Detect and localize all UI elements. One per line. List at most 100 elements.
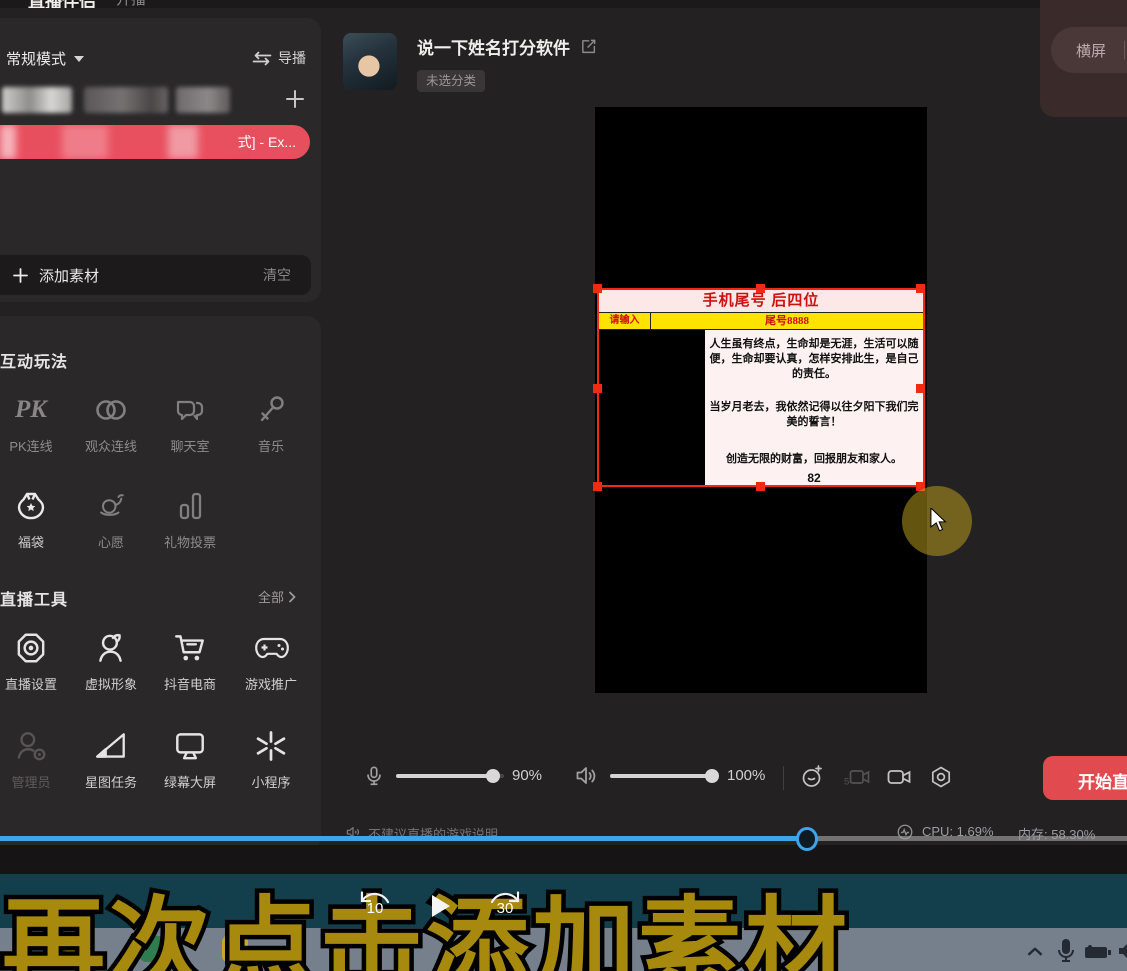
chevron-right-icon	[288, 591, 296, 603]
start-live-button[interactable]: 开始直	[1043, 756, 1127, 800]
scene-thumbnail[interactable]	[176, 87, 230, 113]
table-tail-cell: 尾号8888	[651, 313, 923, 329]
scene-thumbnail[interactable]	[84, 87, 168, 113]
selection-handle[interactable]	[916, 284, 925, 293]
tool-wish[interactable]: 心愿	[69, 488, 153, 551]
orientation-divider	[1124, 41, 1125, 59]
orientation-label: 横屏	[1076, 40, 1106, 61]
director-label: 导播	[278, 48, 306, 68]
tool-live-settings[interactable]: 直播设置	[0, 630, 73, 693]
director-button[interactable]: 导播	[252, 48, 306, 68]
table-score: 82	[707, 471, 921, 485]
mode-selector[interactable]: 常规模式	[6, 48, 84, 69]
progress-thumb[interactable]	[796, 827, 818, 851]
tool-admin[interactable]: 管理员	[0, 728, 73, 791]
record-camera-icon[interactable]: 5	[843, 765, 870, 789]
camera-icon[interactable]	[886, 765, 912, 789]
interactive-section-title: 互动玩法	[0, 348, 68, 372]
tool-pk-link[interactable]: PK PK连线	[0, 392, 73, 455]
speaker-volume-slider[interactable]	[610, 774, 717, 778]
app-logo: 直播伴侣	[28, 0, 96, 8]
lucky-bag-icon	[13, 488, 49, 524]
selection-handle[interactable]	[593, 384, 602, 393]
microphone-icon[interactable]	[363, 764, 385, 788]
tray-speaker-icon[interactable]	[1118, 941, 1127, 961]
tool-virtual-avatar[interactable]: 虚拟形象	[69, 630, 153, 693]
selection-handle[interactable]	[593, 482, 602, 491]
table-input-cell: 请输入	[599, 313, 651, 329]
orientation-toggle[interactable]: 横屏	[1051, 27, 1127, 73]
mic-volume-value: 90%	[512, 767, 542, 784]
mic-slider-thumb[interactable]	[486, 769, 500, 783]
selection-handle[interactable]	[756, 482, 765, 491]
speaker-volume-value: 100%	[727, 767, 765, 784]
selection-handle[interactable]	[916, 384, 925, 393]
tool-mini-program[interactable]: 小程序	[229, 728, 313, 791]
gift-vote-icon	[172, 488, 208, 524]
play-button[interactable]	[430, 893, 452, 919]
tool-green-screen[interactable]: 绿幕大屏	[148, 728, 232, 791]
mode-selector-label: 常规模式	[6, 48, 66, 69]
add-material-row: 添加素材 清空	[0, 255, 311, 295]
category-badge[interactable]: 未选分类	[417, 70, 485, 92]
table-body: 人生虽有终点，生命却是无涯，生活可以随便，生命却要认真，怎样安排此生，是自己的责…	[599, 330, 923, 485]
music-icon	[253, 392, 289, 428]
app-header-bar: 直播伴侣 开播	[0, 0, 1127, 8]
chat-room-icon	[172, 392, 208, 428]
clear-button[interactable]: 清空	[263, 255, 291, 295]
forward-label: 30	[482, 900, 528, 917]
tray-battery-icon[interactable]	[1084, 944, 1112, 960]
tray-microphone-icon[interactable]	[1056, 938, 1076, 965]
pk-icon: PK	[13, 392, 49, 428]
scene-thumbnail[interactable]	[2, 87, 72, 113]
system-tray	[1018, 932, 1127, 971]
table-title: 手机尾号 后四位	[703, 293, 820, 309]
svg-text:5: 5	[844, 777, 849, 788]
scenes-panel: 常规模式 导播 式] - Ex... 添加素材 清空	[0, 18, 321, 302]
tool-audience-link[interactable]: 观众连线	[69, 392, 153, 455]
tool-game-promo[interactable]: 游戏推广	[229, 630, 313, 693]
tools-all-button[interactable]: 全部	[258, 587, 296, 606]
mini-program-icon	[253, 728, 289, 764]
table-input-row: 请输入 尾号8888	[599, 312, 923, 330]
mic-volume-slider[interactable]	[396, 774, 504, 778]
tool-chat-room[interactable]: 聊天室	[148, 392, 232, 455]
swap-arrows-icon	[252, 51, 272, 66]
beauty-icon[interactable]	[800, 765, 824, 789]
stream-title-row: 说一下姓名打分软件	[417, 34, 597, 59]
settings-gear-icon[interactable]	[929, 765, 953, 789]
toolbar-divider	[783, 766, 784, 790]
tool-ecommerce[interactable]: 抖音电商	[148, 630, 232, 693]
table-title-row: 手机尾号 后四位	[599, 290, 923, 312]
rewind-button[interactable]: 10	[352, 886, 398, 924]
tool-gift-vote[interactable]: 礼物投票	[148, 488, 232, 551]
virtual-avatar-icon	[93, 630, 129, 666]
speaker-icon[interactable]	[574, 765, 598, 787]
table-paragraph-3: 创造无限的财富，回报朋友和家人。	[707, 450, 921, 466]
page-title: 说一下姓名打分软件	[417, 34, 570, 59]
selection-handle[interactable]	[756, 284, 765, 293]
tool-music[interactable]: 音乐	[229, 392, 313, 455]
edit-title-icon[interactable]	[580, 38, 597, 55]
forward-button[interactable]: 30	[482, 886, 528, 924]
source-item-label: 式] - Ex...	[238, 125, 296, 159]
tool-star-map[interactable]: 星图任务	[69, 728, 153, 791]
table-redacted-column	[599, 330, 705, 485]
tool-lucky-bag[interactable]: 福袋	[0, 488, 73, 551]
tutorial-caption: 再次点击添加素材	[2, 862, 850, 971]
tray-chevron-up-icon[interactable]	[1026, 946, 1044, 957]
plus-icon	[12, 267, 29, 284]
add-material-button[interactable]: 添加素材	[12, 255, 99, 295]
header-menu-broadcast[interactable]: 开播	[116, 0, 146, 8]
bottom-toolbar: 90% 100% 5 开始直	[340, 755, 1127, 801]
orientation-panel: 横屏	[1040, 0, 1127, 117]
source-item-selected[interactable]: 式] - Ex...	[0, 125, 310, 159]
speaker-slider-thumb[interactable]	[705, 769, 719, 783]
video-progress-bar[interactable]	[0, 836, 1127, 842]
add-material-label: 添加素材	[39, 265, 99, 286]
admin-icon	[13, 728, 49, 764]
selection-handle[interactable]	[593, 284, 602, 293]
tools-section-title: 直播工具	[0, 586, 68, 610]
add-scene-button[interactable]	[282, 86, 308, 112]
selected-source-element[interactable]: 手机尾号 后四位 请输入 尾号8888 人生虽有终点，生命却是无涯，生活可以随便…	[597, 288, 925, 487]
